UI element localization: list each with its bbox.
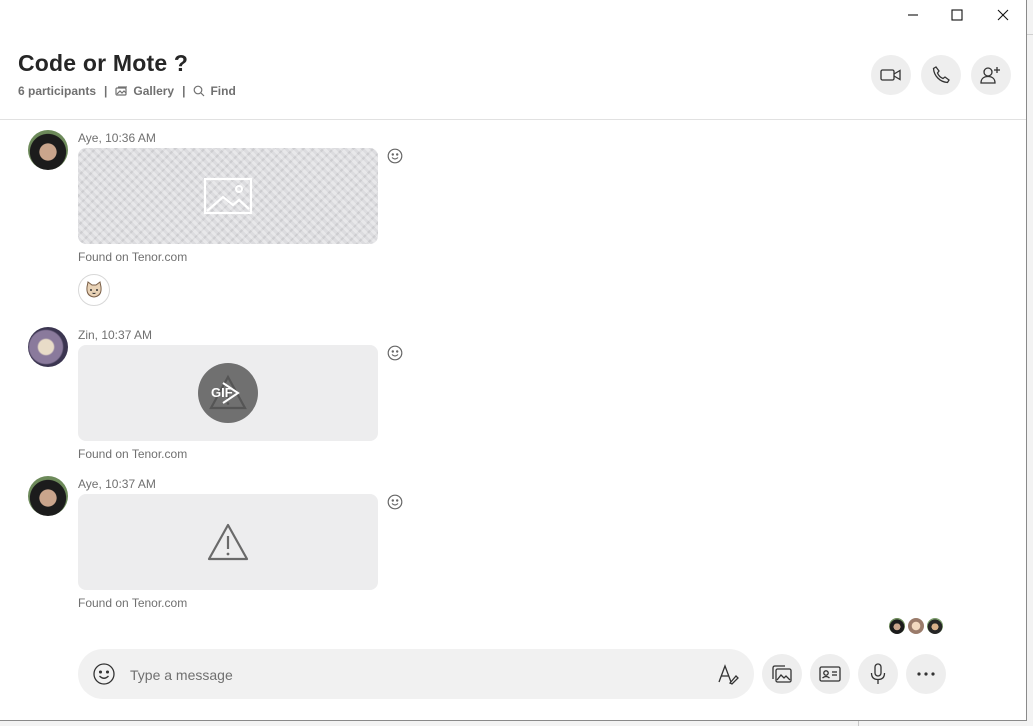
read-receipt-avatar: [889, 618, 905, 634]
media-gallery-icon: [772, 665, 792, 683]
find-label: Find: [210, 84, 236, 98]
message-input[interactable]: [128, 663, 692, 687]
share-media-button[interactable]: [762, 654, 802, 694]
read-receipts[interactable]: [889, 618, 943, 634]
close-button[interactable]: [980, 0, 1026, 30]
emoji-button[interactable]: [92, 662, 116, 686]
add-reaction-button[interactable]: [386, 147, 404, 165]
record-audio-button[interactable]: [858, 654, 898, 694]
microphone-icon: [870, 663, 886, 684]
audio-call-button[interactable]: [921, 55, 961, 95]
participants-link[interactable]: 6 participants: [18, 84, 96, 98]
gallery-link[interactable]: Gallery: [115, 84, 174, 98]
message-gif[interactable]: GIF: [78, 345, 378, 441]
add-reaction-button[interactable]: [386, 493, 404, 511]
warning-icon: [207, 523, 249, 561]
image-placeholder-icon: [203, 177, 253, 215]
add-reaction-button[interactable]: [386, 344, 404, 362]
chat-window: Code or Mote ? 6 participants | Gallery …: [0, 0, 1027, 721]
background-window-bottom: [0, 721, 1033, 726]
avatar[interactable]: [28, 327, 68, 367]
phone-icon: [932, 66, 950, 84]
smiley-icon: [387, 494, 403, 510]
gif-label: GIF: [211, 385, 233, 400]
media-source-caption: Found on Tenor.com: [78, 250, 188, 264]
meta-separator: |: [104, 84, 108, 98]
smiley-icon: [387, 345, 403, 361]
message-meta: Zin, 10:37 AM: [78, 328, 153, 342]
media-source-caption: Found on Tenor.com: [78, 596, 188, 610]
reaction-chip[interactable]: [78, 274, 110, 306]
background-window-edge: [1027, 0, 1033, 726]
video-call-button[interactable]: [871, 55, 911, 95]
gallery-icon: [115, 85, 128, 96]
more-horizontal-icon: [917, 672, 935, 676]
message-meta: Aye, 10:36 AM: [78, 131, 156, 145]
gif-play-button[interactable]: GIF: [198, 363, 258, 423]
conversation-meta: 6 participants | Gallery | Find: [18, 84, 236, 98]
smiley-icon: [93, 663, 115, 685]
read-receipt-avatar: [927, 618, 943, 634]
close-icon: [997, 9, 1009, 21]
format-text-button[interactable]: [716, 662, 740, 686]
add-person-icon: [980, 67, 1000, 84]
more-options-button[interactable]: [906, 654, 946, 694]
add-people-button[interactable]: [971, 55, 1011, 95]
message-composer: [78, 649, 754, 699]
header-divider: [0, 119, 1026, 120]
message-meta: Aye, 10:37 AM: [78, 477, 156, 491]
message-media-unavailable[interactable]: [78, 494, 378, 590]
meta-separator: |: [182, 84, 186, 98]
smiley-icon: [387, 148, 403, 164]
maximize-icon: [951, 9, 963, 21]
search-icon: [194, 85, 205, 97]
cat-face-icon: [86, 281, 102, 298]
avatar[interactable]: [28, 130, 68, 170]
gallery-label: Gallery: [133, 84, 175, 98]
find-link[interactable]: Find: [193, 84, 236, 98]
avatar[interactable]: [28, 476, 68, 516]
message-image[interactable]: [78, 148, 378, 244]
share-contact-button[interactable]: [810, 654, 850, 694]
minimize-button[interactable]: [890, 0, 936, 30]
minimize-icon: [908, 14, 918, 16]
media-source-caption: Found on Tenor.com: [78, 447, 188, 461]
conversation-title[interactable]: Code or Mote ?: [18, 50, 188, 77]
format-text-icon: [718, 664, 739, 685]
read-receipt-avatar: [908, 618, 924, 634]
maximize-button[interactable]: [934, 0, 980, 30]
video-camera-icon: [880, 69, 901, 81]
contact-card-icon: [819, 666, 841, 682]
